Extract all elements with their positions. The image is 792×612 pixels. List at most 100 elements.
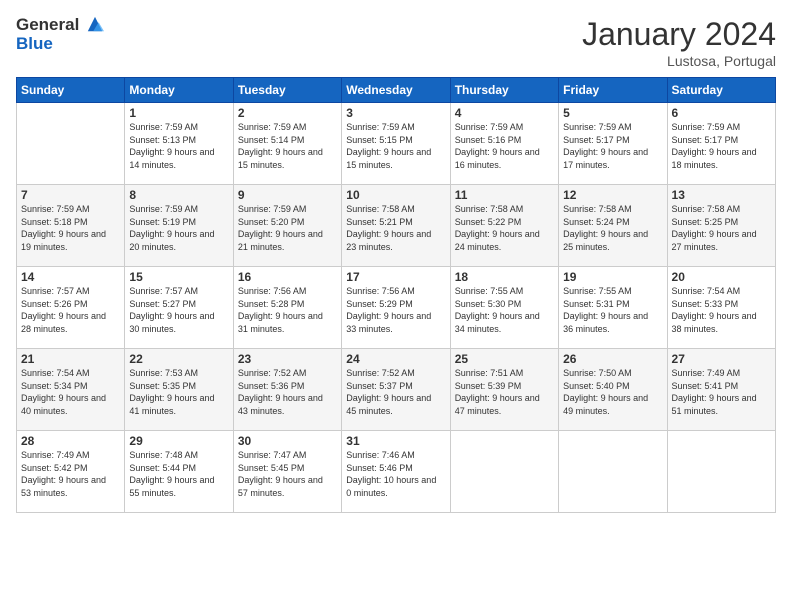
day-number: 19 — [563, 270, 662, 284]
header-day-friday: Friday — [559, 78, 667, 103]
calendar-cell: 23Sunrise: 7:52 AMSunset: 5:36 PMDayligh… — [233, 349, 341, 431]
calendar-cell — [559, 431, 667, 513]
calendar-cell: 14Sunrise: 7:57 AMSunset: 5:26 PMDayligh… — [17, 267, 125, 349]
day-number: 9 — [238, 188, 337, 202]
calendar-week-3: 14Sunrise: 7:57 AMSunset: 5:26 PMDayligh… — [17, 267, 776, 349]
logo-general: General — [16, 16, 104, 35]
calendar-cell: 13Sunrise: 7:58 AMSunset: 5:25 PMDayligh… — [667, 185, 775, 267]
calendar-cell: 31Sunrise: 7:46 AMSunset: 5:46 PMDayligh… — [342, 431, 450, 513]
day-number: 21 — [21, 352, 120, 366]
day-info: Sunrise: 7:59 AMSunset: 5:16 PMDaylight:… — [455, 121, 554, 171]
day-info: Sunrise: 7:52 AMSunset: 5:36 PMDaylight:… — [238, 367, 337, 417]
title-block: January 2024 Lustosa, Portugal — [582, 16, 776, 69]
day-number: 25 — [455, 352, 554, 366]
day-number: 5 — [563, 106, 662, 120]
day-number: 22 — [129, 352, 228, 366]
day-number: 1 — [129, 106, 228, 120]
day-number: 7 — [21, 188, 120, 202]
calendar-cell: 11Sunrise: 7:58 AMSunset: 5:22 PMDayligh… — [450, 185, 558, 267]
day-info: Sunrise: 7:58 AMSunset: 5:22 PMDaylight:… — [455, 203, 554, 253]
day-number: 14 — [21, 270, 120, 284]
day-info: Sunrise: 7:59 AMSunset: 5:17 PMDaylight:… — [672, 121, 771, 171]
calendar-week-1: 1Sunrise: 7:59 AMSunset: 5:13 PMDaylight… — [17, 103, 776, 185]
calendar-week-2: 7Sunrise: 7:59 AMSunset: 5:18 PMDaylight… — [17, 185, 776, 267]
day-number: 12 — [563, 188, 662, 202]
day-info: Sunrise: 7:55 AMSunset: 5:31 PMDaylight:… — [563, 285, 662, 335]
header-day-thursday: Thursday — [450, 78, 558, 103]
calendar-cell — [17, 103, 125, 185]
day-number: 23 — [238, 352, 337, 366]
day-number: 10 — [346, 188, 445, 202]
day-info: Sunrise: 7:57 AMSunset: 5:26 PMDaylight:… — [21, 285, 120, 335]
calendar-cell: 3Sunrise: 7:59 AMSunset: 5:15 PMDaylight… — [342, 103, 450, 185]
day-number: 30 — [238, 434, 337, 448]
calendar-cell: 17Sunrise: 7:56 AMSunset: 5:29 PMDayligh… — [342, 267, 450, 349]
day-info: Sunrise: 7:59 AMSunset: 5:17 PMDaylight:… — [563, 121, 662, 171]
day-info: Sunrise: 7:56 AMSunset: 5:28 PMDaylight:… — [238, 285, 337, 335]
day-number: 3 — [346, 106, 445, 120]
location: Lustosa, Portugal — [582, 53, 776, 69]
calendar-cell: 24Sunrise: 7:52 AMSunset: 5:37 PMDayligh… — [342, 349, 450, 431]
day-info: Sunrise: 7:54 AMSunset: 5:34 PMDaylight:… — [21, 367, 120, 417]
calendar-cell: 27Sunrise: 7:49 AMSunset: 5:41 PMDayligh… — [667, 349, 775, 431]
calendar-table: SundayMondayTuesdayWednesdayThursdayFrid… — [16, 77, 776, 513]
calendar-cell: 2Sunrise: 7:59 AMSunset: 5:14 PMDaylight… — [233, 103, 341, 185]
calendar-cell: 10Sunrise: 7:58 AMSunset: 5:21 PMDayligh… — [342, 185, 450, 267]
calendar-cell: 29Sunrise: 7:48 AMSunset: 5:44 PMDayligh… — [125, 431, 233, 513]
calendar-cell: 19Sunrise: 7:55 AMSunset: 5:31 PMDayligh… — [559, 267, 667, 349]
day-info: Sunrise: 7:49 AMSunset: 5:42 PMDaylight:… — [21, 449, 120, 499]
calendar-week-4: 21Sunrise: 7:54 AMSunset: 5:34 PMDayligh… — [17, 349, 776, 431]
day-number: 13 — [672, 188, 771, 202]
day-info: Sunrise: 7:52 AMSunset: 5:37 PMDaylight:… — [346, 367, 445, 417]
day-number: 28 — [21, 434, 120, 448]
logo-blue: Blue — [16, 35, 104, 54]
day-info: Sunrise: 7:47 AMSunset: 5:45 PMDaylight:… — [238, 449, 337, 499]
day-info: Sunrise: 7:58 AMSunset: 5:24 PMDaylight:… — [563, 203, 662, 253]
day-number: 2 — [238, 106, 337, 120]
day-number: 11 — [455, 188, 554, 202]
calendar-header-row: SundayMondayTuesdayWednesdayThursdayFrid… — [17, 78, 776, 103]
header-day-sunday: Sunday — [17, 78, 125, 103]
day-info: Sunrise: 7:59 AMSunset: 5:20 PMDaylight:… — [238, 203, 337, 253]
calendar-cell: 16Sunrise: 7:56 AMSunset: 5:28 PMDayligh… — [233, 267, 341, 349]
calendar-cell: 25Sunrise: 7:51 AMSunset: 5:39 PMDayligh… — [450, 349, 558, 431]
header-day-wednesday: Wednesday — [342, 78, 450, 103]
calendar-cell: 7Sunrise: 7:59 AMSunset: 5:18 PMDaylight… — [17, 185, 125, 267]
calendar-cell: 8Sunrise: 7:59 AMSunset: 5:19 PMDaylight… — [125, 185, 233, 267]
calendar-cell: 9Sunrise: 7:59 AMSunset: 5:20 PMDaylight… — [233, 185, 341, 267]
day-number: 4 — [455, 106, 554, 120]
calendar-cell: 5Sunrise: 7:59 AMSunset: 5:17 PMDaylight… — [559, 103, 667, 185]
calendar-cell — [450, 431, 558, 513]
day-info: Sunrise: 7:58 AMSunset: 5:21 PMDaylight:… — [346, 203, 445, 253]
calendar-cell — [667, 431, 775, 513]
day-info: Sunrise: 7:59 AMSunset: 5:19 PMDaylight:… — [129, 203, 228, 253]
page: General Blue January 2024 Lustosa, Portu… — [0, 0, 792, 612]
month-year: January 2024 — [582, 16, 776, 53]
calendar-cell: 26Sunrise: 7:50 AMSunset: 5:40 PMDayligh… — [559, 349, 667, 431]
day-number: 26 — [563, 352, 662, 366]
day-number: 20 — [672, 270, 771, 284]
calendar-cell: 18Sunrise: 7:55 AMSunset: 5:30 PMDayligh… — [450, 267, 558, 349]
day-number: 18 — [455, 270, 554, 284]
day-info: Sunrise: 7:57 AMSunset: 5:27 PMDaylight:… — [129, 285, 228, 335]
calendar-cell: 4Sunrise: 7:59 AMSunset: 5:16 PMDaylight… — [450, 103, 558, 185]
day-info: Sunrise: 7:49 AMSunset: 5:41 PMDaylight:… — [672, 367, 771, 417]
day-number: 17 — [346, 270, 445, 284]
calendar-cell: 28Sunrise: 7:49 AMSunset: 5:42 PMDayligh… — [17, 431, 125, 513]
day-info: Sunrise: 7:59 AMSunset: 5:18 PMDaylight:… — [21, 203, 120, 253]
calendar-cell: 1Sunrise: 7:59 AMSunset: 5:13 PMDaylight… — [125, 103, 233, 185]
day-info: Sunrise: 7:56 AMSunset: 5:29 PMDaylight:… — [346, 285, 445, 335]
calendar-cell: 15Sunrise: 7:57 AMSunset: 5:27 PMDayligh… — [125, 267, 233, 349]
header: General Blue January 2024 Lustosa, Portu… — [16, 16, 776, 69]
day-info: Sunrise: 7:50 AMSunset: 5:40 PMDaylight:… — [563, 367, 662, 417]
day-info: Sunrise: 7:48 AMSunset: 5:44 PMDaylight:… — [129, 449, 228, 499]
day-number: 29 — [129, 434, 228, 448]
calendar-cell: 21Sunrise: 7:54 AMSunset: 5:34 PMDayligh… — [17, 349, 125, 431]
calendar-cell: 30Sunrise: 7:47 AMSunset: 5:45 PMDayligh… — [233, 431, 341, 513]
day-info: Sunrise: 7:51 AMSunset: 5:39 PMDaylight:… — [455, 367, 554, 417]
logo: General Blue — [16, 16, 104, 53]
header-day-tuesday: Tuesday — [233, 78, 341, 103]
day-info: Sunrise: 7:59 AMSunset: 5:14 PMDaylight:… — [238, 121, 337, 171]
calendar-cell: 20Sunrise: 7:54 AMSunset: 5:33 PMDayligh… — [667, 267, 775, 349]
calendar-cell: 12Sunrise: 7:58 AMSunset: 5:24 PMDayligh… — [559, 185, 667, 267]
